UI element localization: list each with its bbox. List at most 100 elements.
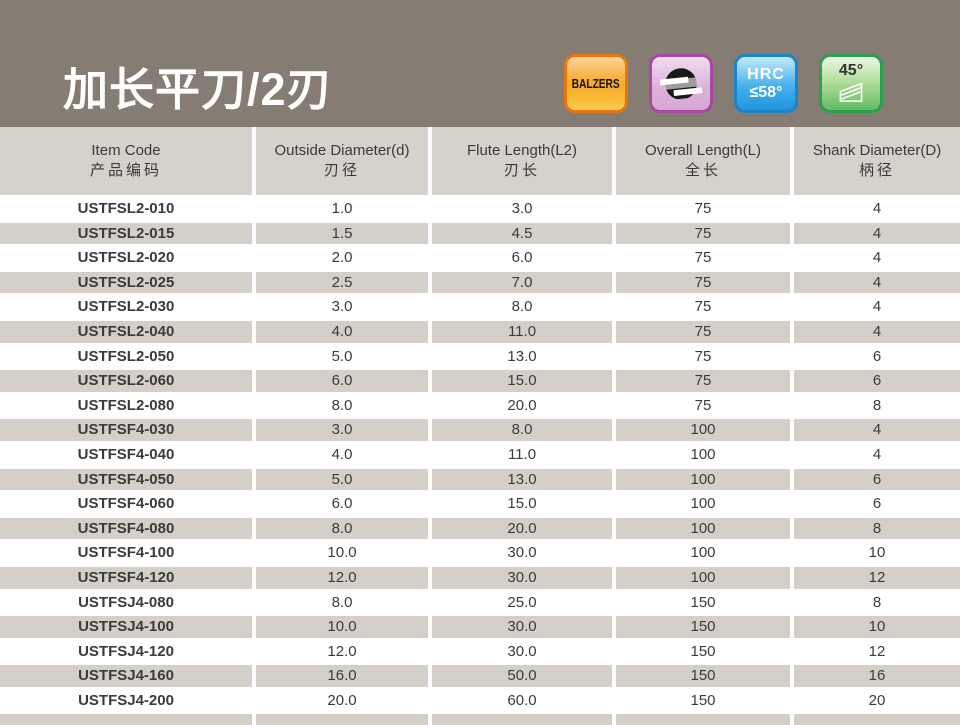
value-cell: 100 (614, 492, 792, 517)
value-cell: 75 (614, 270, 792, 295)
coating-badge (649, 54, 713, 113)
value-cell: 100 (614, 541, 792, 566)
table-row: USTFSL2-0252.57.0754 (0, 270, 960, 295)
value-cell: 50.0 (430, 664, 614, 689)
balzers-badge: BALZERS (564, 54, 628, 113)
value-cell: 3.0 (254, 418, 430, 443)
value-cell: 60.0 (430, 688, 614, 713)
value-cell: 4 (792, 295, 960, 320)
column-header: Overall Length(L)全长 (614, 127, 792, 197)
value-cell: 25.0 (430, 590, 614, 615)
value-cell: 2.0 (254, 246, 430, 271)
table-row: USTFSL2-0404.011.0754 (0, 319, 960, 344)
value-cell: 3.0 (430, 197, 614, 222)
value-cell: 5.0 (254, 344, 430, 369)
coating-two-flute-icon (659, 63, 703, 105)
table-row: USTFSL2-0202.06.0754 (0, 246, 960, 271)
value-cell: 150 (614, 664, 792, 689)
value-cell: 75 (614, 295, 792, 320)
item-code-cell: USTFSL2-080 (0, 393, 254, 418)
value-cell: 6 (792, 344, 960, 369)
value-cell: 11.0 (430, 319, 614, 344)
value-cell: 4 (792, 197, 960, 222)
value-cell: 30.0 (430, 541, 614, 566)
value-cell (792, 713, 960, 725)
value-cell: 100 (614, 467, 792, 492)
item-code-cell: USTFSF4-030 (0, 418, 254, 443)
product-table-container: Item Code产品编码Outside Diameter(d)刃径Flute … (0, 127, 960, 725)
table-row: USTFSL2-0101.03.0754 (0, 197, 960, 222)
value-cell: 100 (614, 418, 792, 443)
value-cell: 4 (792, 270, 960, 295)
hrc-value: ≤58° (750, 84, 783, 102)
value-cell: 8.0 (254, 393, 430, 418)
item-code-cell: USTFSJ4-120 (0, 639, 254, 664)
value-cell: 4.0 (254, 442, 430, 467)
value-cell: 30.0 (430, 565, 614, 590)
column-header: Shank Diameter(D)柄径 (792, 127, 960, 197)
table-header-row: Item Code产品编码Outside Diameter(d)刃径Flute … (0, 127, 960, 197)
value-cell: 75 (614, 221, 792, 246)
value-cell: 150 (614, 590, 792, 615)
value-cell: 75 (614, 344, 792, 369)
value-cell: 20.0 (430, 516, 614, 541)
item-code-cell: USTFSL2-050 (0, 344, 254, 369)
angle-label: 45° (839, 63, 863, 80)
table-row: USTFSJ4-16016.050.015016 (0, 664, 960, 689)
item-code-cell: USTFSJ4-080 (0, 590, 254, 615)
value-cell: 15.0 (430, 369, 614, 394)
value-cell: 8 (792, 590, 960, 615)
table-row: USTFSF4-0606.015.01006 (0, 492, 960, 517)
item-code-cell: USTFSF4-060 (0, 492, 254, 517)
value-cell: 12.0 (254, 565, 430, 590)
item-code-cell: USTFSJ4-200 (0, 688, 254, 713)
page-title: 加长平刀/2刃 (63, 66, 333, 113)
table-row: USTFSF4-0404.011.01004 (0, 442, 960, 467)
angle-45-badge: 45° (819, 54, 883, 113)
value-cell: 1.0 (254, 197, 430, 222)
value-cell: 13.0 (430, 344, 614, 369)
hrc-badge: HRC ≤58° (734, 54, 798, 113)
column-header: Outside Diameter(d)刃径 (254, 127, 430, 197)
value-cell: 5.0 (254, 467, 430, 492)
table-row-partial (0, 713, 960, 725)
table-row: USTFSJ4-10010.030.015010 (0, 615, 960, 640)
table-row: USTFSF4-10010.030.010010 (0, 541, 960, 566)
table-row: USTFSL2-0151.54.5754 (0, 221, 960, 246)
value-cell: 4 (792, 319, 960, 344)
helix-angle-icon (836, 79, 866, 104)
value-cell: 75 (614, 246, 792, 271)
value-cell: 10 (792, 615, 960, 640)
value-cell: 8 (792, 516, 960, 541)
value-cell: 4 (792, 418, 960, 443)
item-code-cell: USTFSF4-120 (0, 565, 254, 590)
table-row: USTFSF4-0505.013.01006 (0, 467, 960, 492)
item-code-cell: USTFSL2-025 (0, 270, 254, 295)
table-row: USTFSL2-0505.013.0756 (0, 344, 960, 369)
value-cell: 16 (792, 664, 960, 689)
value-cell (430, 713, 614, 725)
item-code-cell: USTFSJ4-160 (0, 664, 254, 689)
balzers-label: BALZERS (572, 76, 620, 91)
badge-row: BALZERS HRC ≤58° 45° (564, 54, 883, 113)
value-cell: 1.5 (254, 221, 430, 246)
table-row: USTFSJ4-20020.060.015020 (0, 688, 960, 713)
value-cell: 75 (614, 197, 792, 222)
value-cell: 100 (614, 516, 792, 541)
table-row: USTFSJ4-12012.030.015012 (0, 639, 960, 664)
value-cell: 3.0 (254, 295, 430, 320)
value-cell: 8.0 (254, 516, 430, 541)
banner: 加长平刀/2刃 BALZERS HRC ≤58° 45° (0, 0, 960, 127)
value-cell: 6 (792, 492, 960, 517)
value-cell: 11.0 (430, 442, 614, 467)
value-cell: 100 (614, 442, 792, 467)
item-code-cell: USTFSL2-010 (0, 197, 254, 222)
value-cell: 10.0 (254, 615, 430, 640)
value-cell: 75 (614, 393, 792, 418)
value-cell: 4.0 (254, 319, 430, 344)
value-cell: 4.5 (430, 221, 614, 246)
value-cell: 10.0 (254, 541, 430, 566)
item-code-cell: USTFSL2-040 (0, 319, 254, 344)
value-cell: 150 (614, 639, 792, 664)
product-table: Item Code产品编码Outside Diameter(d)刃径Flute … (0, 127, 960, 725)
